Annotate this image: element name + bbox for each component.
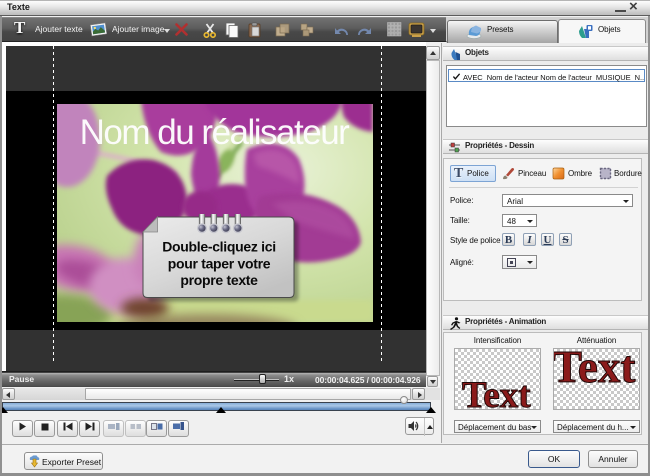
svg-text:Nom du réalisateur: Nom du réalisateur	[80, 113, 351, 152]
svg-text:pour taper votre: pour taper votre	[168, 255, 271, 271]
svg-text:Double-cliquez ici: Double-cliquez ici	[162, 239, 276, 255]
svg-text:propre texte: propre texte	[180, 272, 258, 288]
